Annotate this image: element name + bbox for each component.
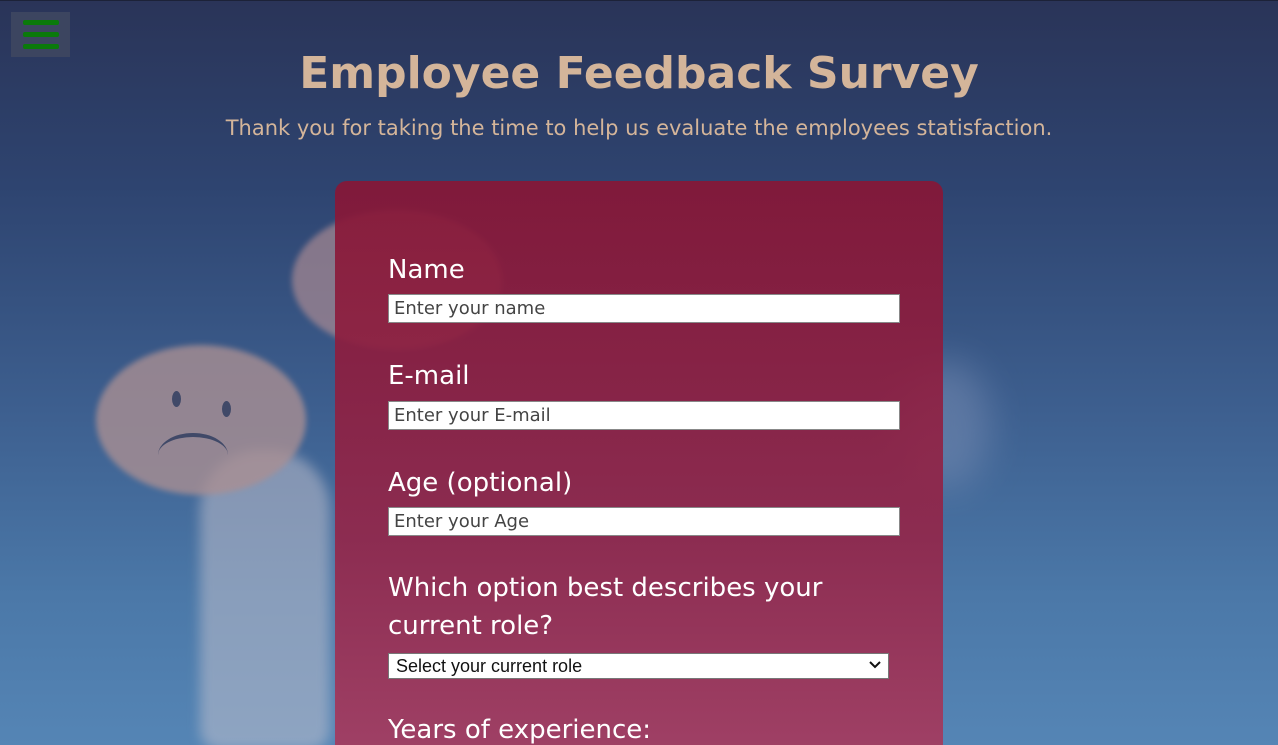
hamburger-bar bbox=[23, 32, 59, 37]
role-select[interactable]: Select your current role bbox=[388, 653, 889, 679]
experience-label: Years of experience: bbox=[388, 715, 652, 745]
hand-image bbox=[200, 450, 330, 745]
age-input[interactable] bbox=[388, 507, 900, 536]
sad-bubble-image bbox=[96, 345, 306, 495]
page-title: Employee Feedback Survey bbox=[299, 48, 979, 99]
role-label: Which option best describes your current… bbox=[388, 573, 823, 641]
page-subtitle: Thank you for taking the time to help us… bbox=[225, 116, 1053, 140]
name-label: Name bbox=[388, 255, 465, 285]
email-input[interactable] bbox=[388, 401, 900, 430]
email-label: E-mail bbox=[388, 361, 470, 391]
chevron-down-icon bbox=[869, 661, 881, 669]
age-label: Age (optional) bbox=[388, 468, 573, 498]
top-border bbox=[0, 0, 1278, 1]
name-input[interactable] bbox=[388, 294, 900, 323]
hamburger-menu-icon bbox=[23, 20, 59, 25]
role-select-value: Select your current role bbox=[396, 656, 583, 676]
sad-face-icon bbox=[96, 345, 306, 495]
